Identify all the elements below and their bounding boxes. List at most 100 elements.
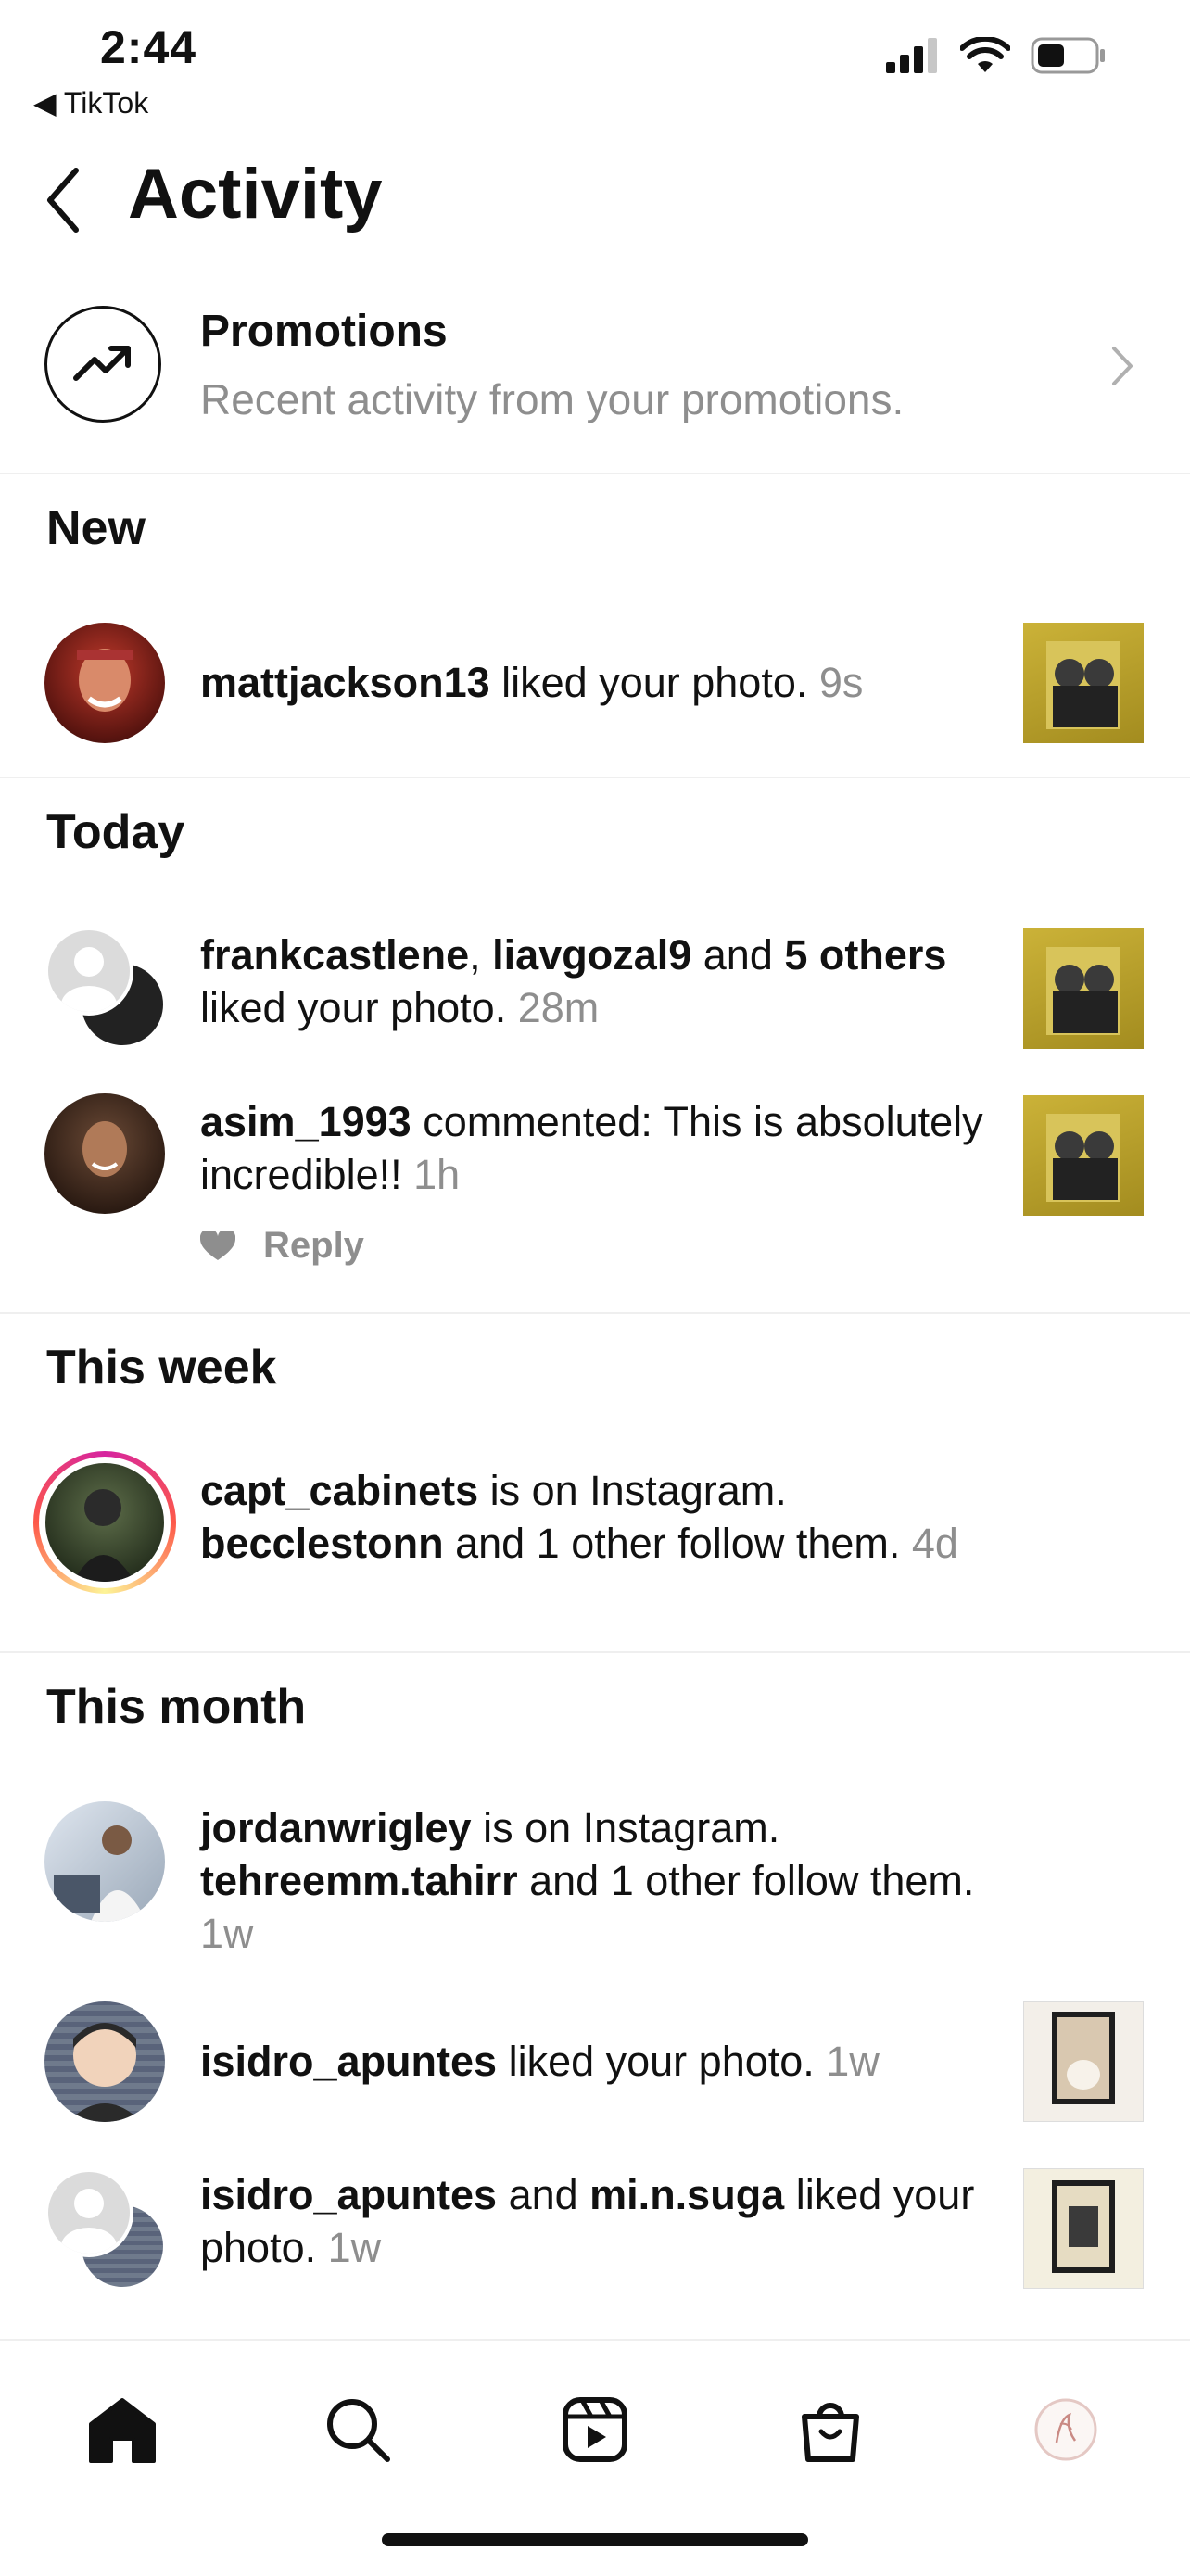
avatar-illustration-icon xyxy=(68,2023,142,2122)
avatar[interactable] xyxy=(44,2001,165,2122)
avatar[interactable] xyxy=(44,1801,165,1922)
reels-icon xyxy=(563,2397,627,2462)
story-ring[interactable] xyxy=(33,1451,176,1594)
avatar[interactable] xyxy=(44,1093,165,1214)
notification-message: and 1 other follow them. xyxy=(443,1520,912,1567)
post-thumbnail[interactable] xyxy=(1023,928,1144,1049)
section-this-month: This month xyxy=(46,1680,307,1734)
username[interactable]: asim_1993 xyxy=(200,1098,411,1145)
notification-text: mattjackson13 liked your photo. 9s xyxy=(200,656,988,709)
tab-search[interactable] xyxy=(311,2383,404,2476)
avatar-person-icon xyxy=(73,1489,134,1582)
tab-shop[interactable] xyxy=(784,2383,877,2476)
chevron-right-icon xyxy=(1112,347,1133,385)
timestamp: 1w xyxy=(826,2038,880,2085)
home-icon xyxy=(89,2398,156,2463)
divider xyxy=(0,777,1190,778)
status-icons xyxy=(886,37,1107,74)
separator: , xyxy=(469,931,493,979)
post-thumbnail[interactable] xyxy=(1023,2001,1144,2122)
section-today: Today xyxy=(46,805,185,859)
tab-home[interactable] xyxy=(76,2383,169,2476)
notification-text: jordanwrigley is on Instagram. tehreemm.… xyxy=(200,1801,988,1960)
divider xyxy=(0,473,1190,474)
notification-message: is on Instagram. xyxy=(478,1467,787,1514)
notification-message: liked your photo. xyxy=(497,2038,827,2085)
profile-icon xyxy=(1034,2398,1097,2461)
back-button[interactable] xyxy=(41,163,87,242)
section-new: New xyxy=(46,501,146,555)
avatar-person-icon xyxy=(54,1825,146,1922)
notification-text: asim_1993 commented: This is absolutely … xyxy=(200,1095,988,1201)
tab-profile[interactable] xyxy=(1019,2383,1112,2476)
chevron-left-icon xyxy=(47,168,79,233)
photo-thumbnail-image xyxy=(1046,1114,1120,1202)
comment-actions: Reply xyxy=(200,1225,364,1267)
username[interactable]: isidro_apuntes xyxy=(200,2038,497,2085)
username[interactable]: mattjackson13 xyxy=(200,659,490,706)
notification-message: and xyxy=(691,931,785,979)
post-thumbnail[interactable] xyxy=(1023,1095,1144,1216)
divider xyxy=(0,1651,1190,1653)
framed-art-thumbnail-image xyxy=(1052,2012,1115,2104)
framed-art-thumbnail-image xyxy=(1052,2180,1115,2273)
notification-message: liked your photo. xyxy=(489,659,819,706)
username[interactable]: liavgozal9 xyxy=(492,931,691,979)
timestamp: 1w xyxy=(327,2224,382,2271)
notification-text: isidro_apuntes and mi.n.suga liked your … xyxy=(200,2168,988,2274)
notification-message: and xyxy=(497,2171,590,2218)
default-user-icon xyxy=(61,947,117,1012)
promotions-row[interactable]: Promotions Recent activity from your pro… xyxy=(0,278,1190,473)
username[interactable]: isidro_apuntes xyxy=(200,2171,497,2218)
notification-text: capt_cabinets is on Instagram. becclesto… xyxy=(200,1464,988,1570)
section-this-week: This week xyxy=(46,1341,277,1395)
notification-text: frankcastlene, liavgozal9 and 5 others l… xyxy=(200,928,988,1034)
timestamp: 1w xyxy=(200,1910,254,1957)
username[interactable]: capt_cabinets xyxy=(200,1467,478,1514)
avatar-placeholder xyxy=(44,2168,133,2257)
others-count[interactable]: 5 others xyxy=(784,931,946,979)
notification-text: isidro_apuntes liked your photo. 1w xyxy=(200,2035,988,2088)
promotions-subtitle: Recent activity from your promotions. xyxy=(200,375,905,423)
shop-icon xyxy=(802,2403,859,2462)
group-avatar[interactable] xyxy=(44,927,169,1051)
avatar-face-icon xyxy=(77,649,133,712)
home-indicator xyxy=(382,2533,808,2546)
timestamp: 9s xyxy=(818,659,864,706)
divider xyxy=(0,1312,1190,1314)
tab-reels[interactable] xyxy=(549,2383,641,2476)
notification-message: is on Instagram. xyxy=(471,1804,780,1851)
post-thumbnail[interactable] xyxy=(1023,623,1144,743)
battery-icon xyxy=(1031,37,1105,74)
reply-button[interactable]: Reply xyxy=(263,1225,364,1267)
photo-thumbnail-image xyxy=(1046,947,1120,1035)
timestamp: 4d xyxy=(911,1520,958,1567)
promotions-icon-circle xyxy=(44,306,161,423)
photo-thumbnail-image xyxy=(1046,641,1120,729)
avatar[interactable] xyxy=(44,623,165,743)
status-time: 2:44 xyxy=(100,21,197,73)
avatar-placeholder xyxy=(44,927,133,1016)
username[interactable]: becclestonn xyxy=(200,1520,444,1567)
group-avatar[interactable] xyxy=(44,2168,169,2292)
page-title: Activity xyxy=(128,155,383,234)
post-thumbnail[interactable] xyxy=(1023,2168,1144,2289)
username[interactable]: mi.n.suga xyxy=(589,2171,784,2218)
avatar-face-icon xyxy=(82,1121,127,1177)
search-icon xyxy=(327,2399,390,2462)
wifi-icon xyxy=(960,37,1010,72)
trending-up-icon xyxy=(73,346,131,381)
username[interactable]: jordanwrigley xyxy=(200,1804,472,1851)
notification-message: and 1 other follow them. xyxy=(517,1857,975,1904)
username[interactable]: frankcastlene xyxy=(200,931,469,979)
default-user-icon xyxy=(61,2189,117,2254)
heart-icon[interactable] xyxy=(200,1230,235,1262)
signal-icon xyxy=(886,38,937,73)
promotions-title: Promotions xyxy=(200,307,448,356)
timestamp: 1h xyxy=(413,1151,461,1198)
username[interactable]: tehreemm.tahirr xyxy=(200,1857,518,1904)
back-to-app-link[interactable]: ◀ TikTok xyxy=(33,85,148,120)
notification-message: liked your photo. xyxy=(200,984,518,1031)
timestamp: 28m xyxy=(517,984,600,1031)
avatar xyxy=(45,1463,164,1582)
